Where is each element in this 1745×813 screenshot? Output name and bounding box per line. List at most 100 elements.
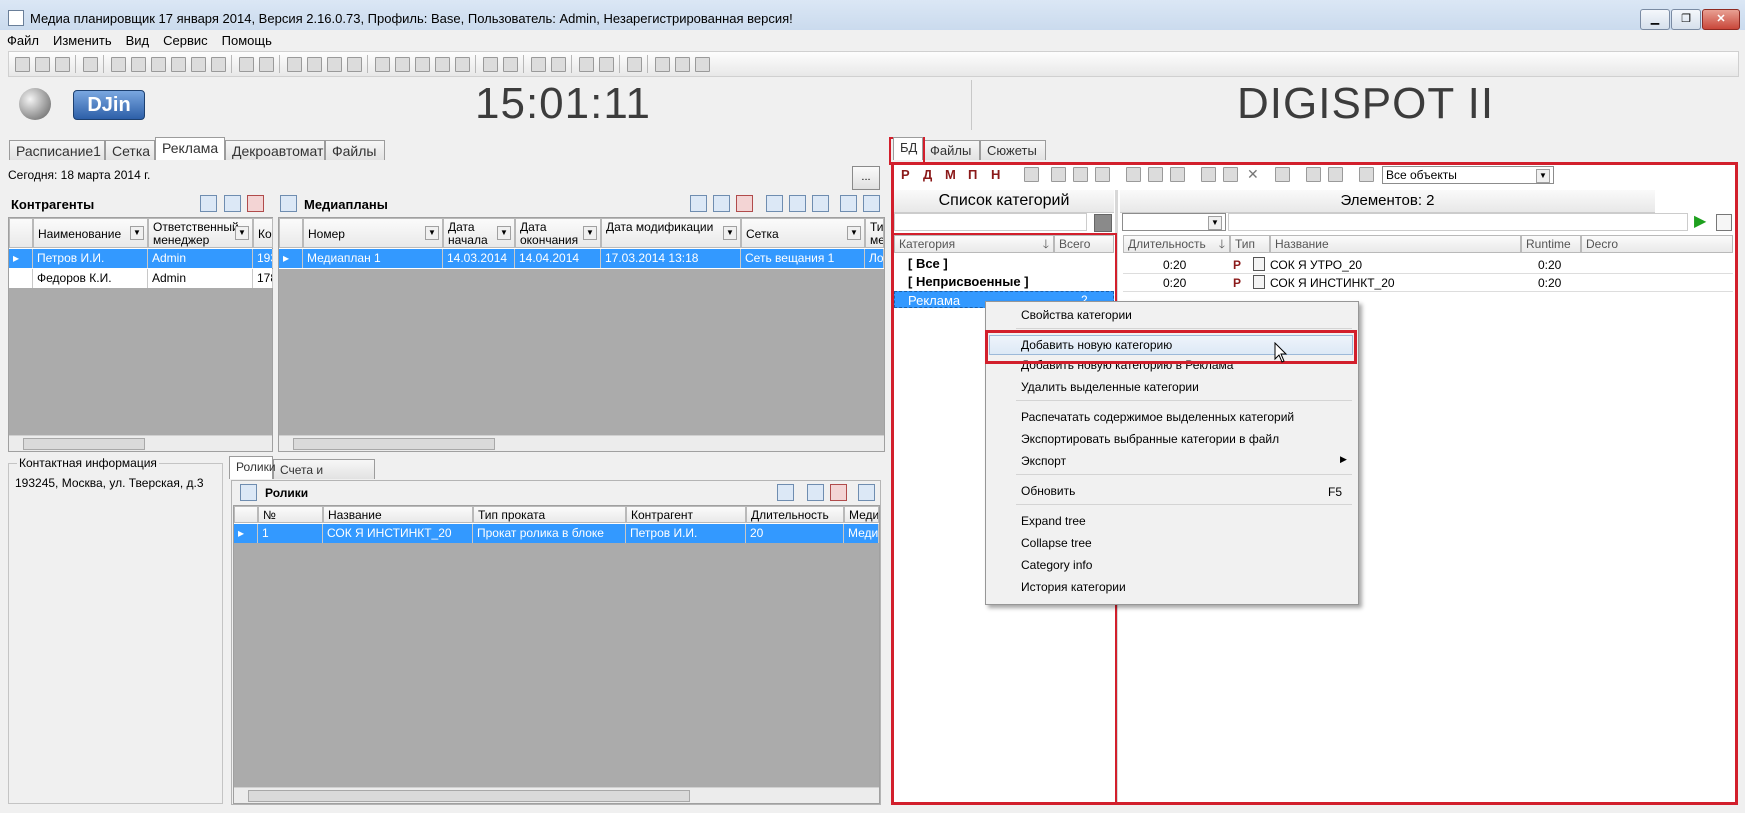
align-icon[interactable]: [551, 57, 566, 72]
tab-advertising[interactable]: Реклама: [155, 137, 225, 160]
copy-icon[interactable]: [35, 57, 50, 72]
chart-icon[interactable]: [455, 57, 470, 72]
import-icon[interactable]: [863, 195, 880, 212]
col-number[interactable]: Номер ▼: [303, 218, 443, 248]
chevron-down-icon[interactable]: ▼: [497, 226, 511, 240]
align-icon[interactable]: [531, 57, 546, 72]
tab-spots[interactable]: Ролики: [229, 456, 276, 479]
horizontal-scrollbar[interactable]: [9, 435, 272, 451]
menu-item-category-history[interactable]: История категории: [1021, 577, 1126, 597]
grid-icon[interactable]: [695, 57, 710, 72]
scroll-thumb[interactable]: [293, 438, 495, 450]
col-no[interactable]: №: [258, 506, 323, 523]
tab-invoices[interactable]: Счета и платежи: [273, 459, 375, 497]
menu-service[interactable]: Сервис: [156, 30, 215, 48]
col-media[interactable]: Медиа: [844, 506, 879, 523]
menu-view[interactable]: Вид: [119, 30, 157, 48]
menu-item-expand-tree[interactable]: Expand tree: [1021, 511, 1086, 531]
menu-item-category-info[interactable]: Category info: [1021, 555, 1092, 575]
tab-stories[interactable]: Сюжеты: [980, 140, 1046, 160]
align-icon[interactable]: [579, 57, 594, 72]
maximize-button[interactable]: ❐: [1671, 9, 1701, 30]
building-icon[interactable]: [503, 57, 518, 72]
chart-icon[interactable]: [415, 57, 430, 72]
speaker-icon[interactable]: [655, 57, 670, 72]
paste-icon[interactable]: [55, 57, 70, 72]
find-icon[interactable]: [83, 57, 98, 72]
tab-db[interactable]: БД: [893, 137, 923, 160]
col-contact[interactable]: Кон: [253, 218, 273, 248]
menu-edit[interactable]: Изменить: [46, 30, 119, 48]
edit-spot-icon[interactable]: [807, 484, 824, 501]
table-row[interactable]: ▸ 1 СОК Я ИНСТИНКТ_20 Прокат ролика в бл…: [234, 524, 879, 543]
chart-icon[interactable]: [375, 57, 390, 72]
tab-right-files[interactable]: Файлы: [923, 140, 980, 160]
chart-icon[interactable]: [435, 57, 450, 72]
insert-icon[interactable]: [287, 57, 302, 72]
col-modified-date[interactable]: Дата модификации ▼: [601, 218, 741, 248]
scroll-thumb[interactable]: [248, 790, 690, 802]
chevron-down-icon[interactable]: ▼: [235, 226, 249, 240]
list-icon[interactable]: [307, 57, 322, 72]
col-end-date[interactable]: Дата окончания ▼: [515, 218, 601, 248]
list-icon[interactable]: [812, 195, 829, 212]
tab-schedule[interactable]: Расписание1: [9, 140, 105, 160]
menu-help[interactable]: Помощь: [215, 30, 279, 48]
chevron-down-icon[interactable]: ▼: [723, 226, 737, 240]
minus-icon[interactable]: [675, 57, 690, 72]
edit-mediaplan-icon[interactable]: [713, 195, 730, 212]
delete-spot-icon[interactable]: [830, 484, 847, 501]
list-icon[interactable]: [327, 57, 342, 72]
close-button[interactable]: ✕: [1702, 9, 1740, 30]
add-spot-icon[interactable]: [777, 484, 794, 501]
check-icon[interactable]: [259, 57, 274, 72]
delete-contractor-icon[interactable]: [247, 195, 264, 212]
col-duration[interactable]: Длительность: [746, 506, 844, 523]
more-button[interactable]: ...: [852, 166, 880, 190]
info-icon[interactable]: [191, 57, 206, 72]
chevron-down-icon[interactable]: ▼: [583, 226, 597, 240]
col-rental-type[interactable]: Тип проката: [473, 506, 626, 523]
minimize-button[interactable]: ▁: [1640, 9, 1670, 30]
document-icon[interactable]: [766, 195, 783, 212]
chart-icon[interactable]: [395, 57, 410, 72]
comment-icon[interactable]: [211, 57, 226, 72]
tab-files[interactable]: Файлы: [325, 140, 385, 160]
delete-mediaplan-icon[interactable]: [736, 195, 753, 212]
spot-properties-icon[interactable]: [858, 484, 875, 501]
chevron-down-icon[interactable]: ▼: [425, 226, 439, 240]
forbid-icon[interactable]: [239, 57, 254, 72]
chevron-down-icon[interactable]: ▼: [847, 226, 861, 240]
document-icon[interactable]: [111, 57, 126, 72]
col-contractor[interactable]: Контрагент: [626, 506, 746, 523]
scroll-thumb[interactable]: [23, 438, 145, 450]
tab-decroautomat[interactable]: Декроавтомат: [225, 140, 325, 160]
align-icon[interactable]: [627, 57, 642, 72]
col-title[interactable]: Название: [323, 506, 473, 523]
menu-item-export-to-file[interactable]: Экспортировать выбранные категории в фай…: [1021, 429, 1279, 449]
col-manager[interactable]: Ответственный менеджер ▼: [148, 218, 253, 248]
col-type[interactable]: Ти ме: [865, 218, 884, 248]
menu-item-export[interactable]: Экспорт: [1021, 451, 1066, 471]
col-name[interactable]: Наименование ▼: [33, 218, 148, 248]
list-icon[interactable]: [347, 57, 362, 72]
horizontal-scrollbar[interactable]: [234, 787, 879, 803]
pause-icon[interactable]: [131, 57, 146, 72]
menu-item-refresh[interactable]: Обновить: [1021, 481, 1075, 501]
tab-grid[interactable]: Сетка: [105, 140, 155, 160]
file-icon[interactable]: [483, 57, 498, 72]
menu-item-category-properties[interactable]: Свойства категории: [1021, 305, 1132, 325]
table-row[interactable]: ▸ Медиаплан 1 14.03.2014 14.04.2014 17.0…: [279, 249, 884, 268]
edit-contractor-icon[interactable]: [224, 195, 241, 212]
microphone-icon[interactable]: [171, 57, 186, 72]
table-row[interactable]: Федоров К.И. Admin 1784: [9, 269, 273, 288]
stop-icon[interactable]: [151, 57, 166, 72]
export-icon[interactable]: [840, 195, 857, 212]
table-row[interactable]: ▸ Петров И.И. Admin 1932: [9, 249, 273, 268]
add-contractor-icon[interactable]: [200, 195, 217, 212]
col-start-date[interactable]: Дата начала ▼: [443, 218, 515, 248]
menu-item-collapse-tree[interactable]: Collapse tree: [1021, 533, 1092, 553]
col-grid[interactable]: Сетка ▼: [741, 218, 865, 248]
horizontal-scrollbar[interactable]: [279, 435, 884, 451]
menu-file[interactable]: Файл: [0, 30, 46, 48]
